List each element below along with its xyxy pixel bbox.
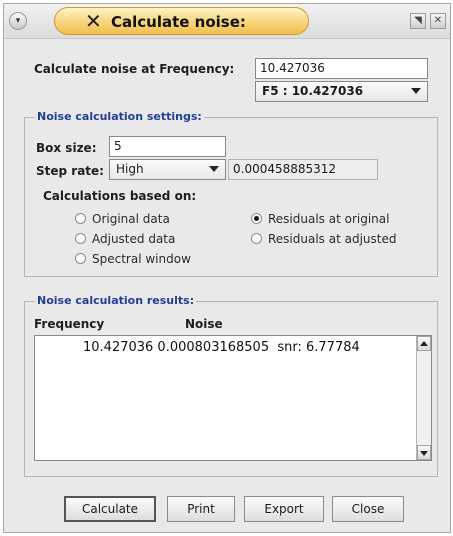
radio-label: Adjusted data [92,232,176,246]
export-button[interactable]: Export [244,496,324,522]
window-title: Calculate noise: [111,13,246,31]
dropdown-arrow-icon [411,88,421,94]
print-button[interactable]: Print [167,496,235,522]
close-button[interactable]: ✕ [430,13,446,29]
result-line: 10.427036 0.000803168505 snr: 6.77784 [83,340,360,355]
radio-circle-icon [75,233,86,244]
radio-residuals-original[interactable]: Residuals at original [251,212,389,226]
settings-group: Noise calculation settings: Box size: 5 … [24,110,438,277]
step-rate-select[interactable]: High [109,159,226,180]
close-dialog-button[interactable]: Close [332,496,404,522]
box-size-input[interactable]: 5 [109,136,226,157]
scroll-up-icon[interactable] [417,336,431,351]
frequency-select[interactable]: F5 : 10.427036 [255,81,428,102]
radio-original-data[interactable]: Original data [75,212,170,226]
radio-circle-icon [75,253,86,264]
radio-label: Residuals at original [268,212,390,226]
step-rate-number: 0.000458885312 [228,159,378,180]
frequency-column-header: Frequency [34,317,105,331]
frequency-select-value: F5 : 10.427036 [262,84,364,98]
frequency-label: Calculate noise at Frequency: [34,62,235,76]
radio-spectral-window[interactable]: Spectral window [75,252,191,266]
radio-residuals-adjusted[interactable]: Residuals at adjusted [251,232,396,246]
results-text-area[interactable]: 10.427036 0.000803168505 snr: 6.77784 [34,335,432,461]
close-x-icon: ✕ [85,9,102,33]
results-group-title: Noise calculation results: [35,294,197,307]
minimize-button[interactable]: ◥ [410,13,426,29]
title-bar: ▾ ✕ Calculate noise: ◥ ✕ [4,4,450,39]
dropdown-arrow-icon [209,166,219,172]
step-rate-label: Step rate: [36,164,104,178]
radio-circle-icon [75,213,86,224]
radio-label: Original data [92,212,170,226]
chevron-down-icon: ▾ [15,16,21,26]
window-menu-button[interactable]: ▾ [9,12,27,30]
settings-group-title: Noise calculation settings: [35,110,204,123]
minimize-icon: ◥ [414,15,422,26]
radio-selected-icon [251,213,262,224]
results-group: Noise calculation results: Frequency Noi… [24,294,438,477]
vertical-scrollbar[interactable] [416,336,431,460]
based-on-label: Calculations based on: [43,189,197,203]
step-rate-value: High [116,162,144,176]
frequency-input[interactable]: 10.427036 [255,58,428,79]
title-tab: ✕ Calculate noise: [54,7,309,35]
radio-label: Spectral window [92,252,191,266]
radio-adjusted-data[interactable]: Adjusted data [75,232,175,246]
calculate-button[interactable]: Calculate [64,496,156,522]
radio-label: Residuals at adjusted [268,232,397,246]
close-icon: ✕ [433,15,443,26]
box-size-label: Box size: [36,141,97,155]
scroll-down-icon[interactable] [417,445,431,460]
calculate-noise-window: ▾ ✕ Calculate noise: ◥ ✕ Calculate noise… [3,3,451,533]
radio-circle-icon [251,233,262,244]
noise-column-header: Noise [185,317,223,331]
